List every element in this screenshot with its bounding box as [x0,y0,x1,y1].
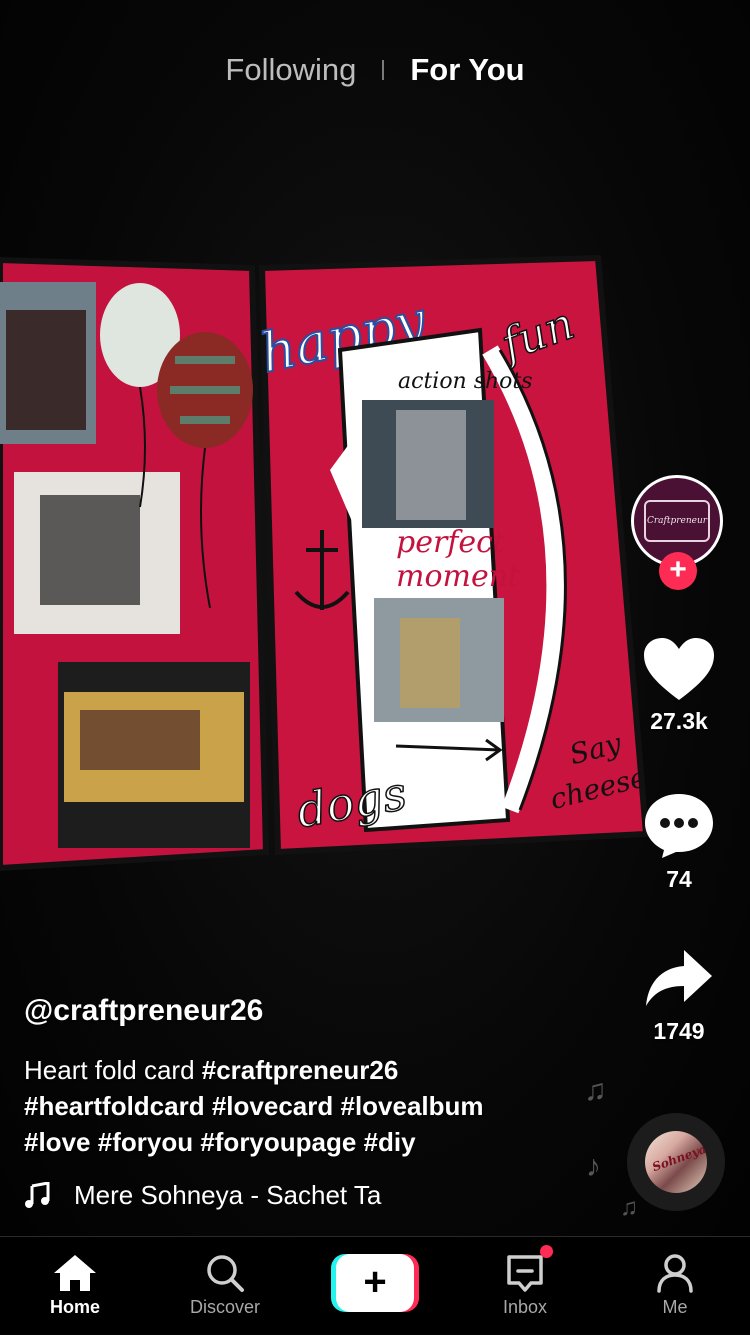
bottom-nav: Home Discover + Inbox Me [0,1236,750,1334]
comment-icon [645,794,713,858]
svg-text:moment: moment [396,559,521,594]
album-cover: Sohneya [645,1131,707,1193]
inbox-icon [507,1255,543,1292]
heart-icon [644,638,714,700]
video-caption: @craftpreneur26 Heart fold card #craftpr… [24,994,604,1211]
creator-username[interactable]: @craftpreneur26 [24,994,604,1028]
svg-text:perfect: perfect [396,525,506,560]
share-button[interactable]: 1749 [620,946,738,1045]
music-note-icon [25,1181,50,1208]
music-track[interactable]: Mere Sohneya - Sachet Ta [24,1180,604,1211]
hashtag[interactable]: #love [24,1127,91,1157]
nav-inbox-label: Inbox [502,1297,548,1317]
nav-discover-label: Discover [189,1297,260,1317]
caption-text: Heart fold card #craftpreneur26 #heartfo… [24,1052,604,1160]
search-icon [207,1255,244,1292]
caption-body: Heart fold card [24,1055,195,1085]
hashtag[interactable]: #diy [364,1127,416,1157]
like-button[interactable]: 27.3k [620,636,738,735]
svg-text:action shots: action shots [398,369,533,394]
hashtag[interactable]: #foryou [98,1127,193,1157]
hashtag[interactable]: #foryoupage [200,1127,356,1157]
nav-me[interactable]: Me [600,1237,750,1335]
like-count: 27.3k [650,708,708,734]
create-button[interactable]: + [331,1254,419,1312]
comment-count: 74 [666,866,692,892]
share-count: 1749 [653,1018,705,1044]
music-note-icon: ♫ [620,1194,638,1221]
hashtag[interactable]: #lovecard [212,1091,333,1121]
profile-icon [657,1254,693,1293]
home-icon [54,1255,96,1291]
music-disc[interactable]: Sohneya [627,1113,725,1211]
hashtag[interactable]: #craftpreneur26 [202,1055,399,1085]
comment-button[interactable]: 74 [620,790,738,893]
share-arrow-icon [646,950,712,1006]
nav-me-label: Me [662,1297,688,1317]
nav-discover[interactable]: Discover [150,1237,300,1335]
nav-home[interactable]: Home [0,1237,150,1335]
inbox-notification-dot [540,1245,553,1258]
tab-for-you[interactable]: For You [384,52,550,88]
tab-following[interactable]: Following [199,52,382,88]
nav-inbox[interactable]: Inbox [450,1237,600,1335]
music-title: Mere Sohneya - Sachet Ta [74,1180,382,1210]
nav-home-label: Home [49,1297,100,1317]
craft-card-image: happy fun action shots perfect moment do… [0,254,650,872]
action-rail: Craftpreneur + 27.3k 74 1749 ♫ ♪ ♫ Sohne… [584,0,750,1236]
creator-logo: Craftpreneur [644,500,710,542]
hashtag[interactable]: #lovealbum [340,1091,483,1121]
hashtag[interactable]: #heartfoldcard [24,1091,205,1121]
follow-button[interactable]: + [659,552,697,590]
plus-icon: + [336,1254,414,1312]
